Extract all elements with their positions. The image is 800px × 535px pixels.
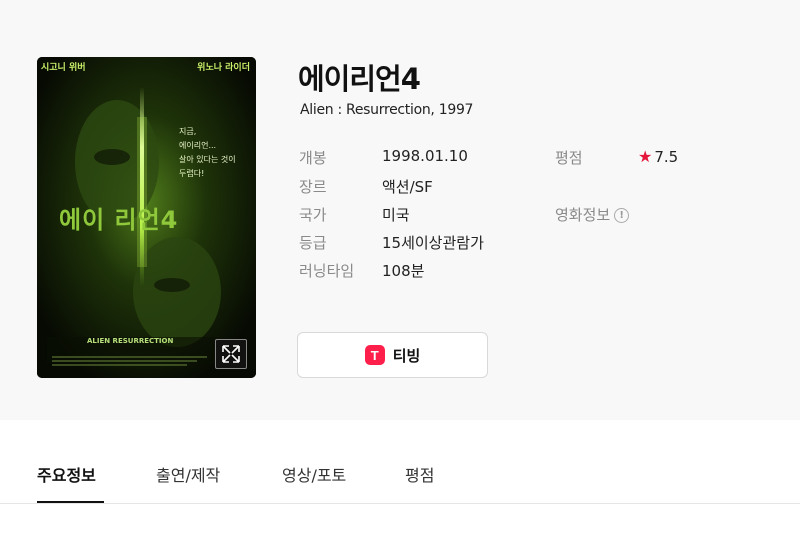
movie-tabs: 주요정보 출연/제작 영상/포토 평점 bbox=[0, 452, 800, 504]
tving-label: 티빙 bbox=[392, 346, 421, 365]
tab-video-photo[interactable]: 영상/포토 bbox=[282, 462, 346, 486]
runtime-label: 러닝타임 bbox=[299, 262, 355, 280]
tab-main-info[interactable]: 주요정보 bbox=[37, 462, 96, 486]
tving-logo-icon: T bbox=[364, 345, 385, 365]
expand-arrows-icon bbox=[222, 345, 240, 363]
poster-expand-button[interactable] bbox=[215, 339, 247, 369]
release-label: 개봉 bbox=[299, 149, 327, 167]
rating-display: ★ 7.5 bbox=[638, 147, 678, 166]
poster-actor-right: 위노나 라이더 bbox=[197, 63, 250, 73]
genre-value: 액션/SF bbox=[382, 178, 433, 196]
movie-original-title: Alien : Resurrection, 1997 bbox=[300, 102, 474, 118]
release-value: 1998.01.10 bbox=[382, 147, 468, 165]
movie-title: 에이리언4 bbox=[298, 62, 421, 96]
star-icon: ★ bbox=[638, 147, 653, 166]
poster-english-title: ALIEN RESURRECTION bbox=[87, 337, 174, 345]
poster-actor-left: 시고니 위버 bbox=[41, 63, 86, 73]
tving-watch-button[interactable]: T 티빙 bbox=[297, 332, 488, 378]
country-label: 국가 bbox=[299, 206, 327, 224]
movie-poster[interactable]: 시고니 위버 위노나 라이더 지금, 에이리언... 살아 있다는 것이 두렵다… bbox=[37, 57, 256, 378]
info-circle-icon[interactable]: ! bbox=[614, 208, 630, 223]
rating-value: 7.5 bbox=[654, 147, 679, 166]
tab-reviews[interactable]: 평점 bbox=[405, 462, 434, 486]
movie-info-label[interactable]: 영화정보! bbox=[555, 204, 630, 225]
rating-label: 평점 bbox=[555, 149, 583, 167]
country-value: 미국 bbox=[382, 206, 410, 224]
genre-label: 장르 bbox=[299, 178, 327, 196]
grade-label: 등급 bbox=[299, 234, 327, 252]
runtime-value: 108분 bbox=[382, 262, 425, 280]
tab-cast-crew[interactable]: 출연/제작 bbox=[156, 462, 220, 486]
grade-value: 15세이상관람가 bbox=[382, 234, 484, 252]
poster-quote: 지금, 에이리언... 살아 있다는 것이 두렵다! bbox=[179, 127, 236, 178]
poster-title: 에이 리언4 bbox=[59, 206, 179, 234]
active-tab-indicator bbox=[37, 501, 104, 503]
